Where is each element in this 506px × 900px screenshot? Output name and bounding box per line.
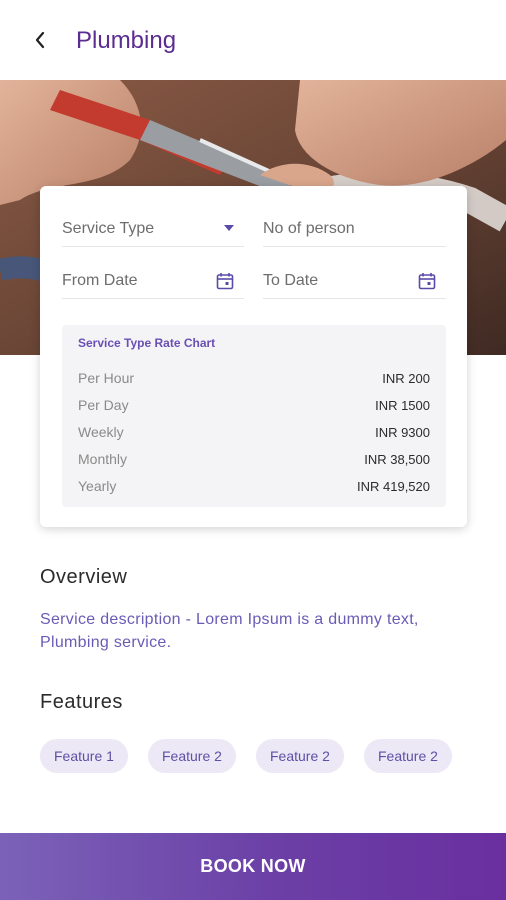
chevron-left-icon <box>35 31 45 49</box>
persons-input[interactable]: No of person <box>263 207 446 247</box>
rate-label: Per Hour <box>78 370 135 386</box>
calendar-icon <box>418 273 436 290</box>
from-date-input[interactable]: From Date <box>62 259 244 299</box>
rate-value: INR 200 <box>382 371 430 386</box>
back-button[interactable] <box>26 26 54 54</box>
rate-value: INR 38,500 <box>364 452 430 467</box>
rate-chart: Service Type Rate Chart Per Hour INR 200… <box>62 325 446 507</box>
rate-row: Weekly INR 9300 <box>78 424 430 444</box>
feature-chip[interactable]: Feature 2 <box>148 739 236 773</box>
features-heading: Features <box>40 691 123 713</box>
dropdown-arrow-icon <box>224 225 234 231</box>
rate-row: Per Day INR 1500 <box>78 397 430 417</box>
overview-heading: Overview <box>40 566 128 588</box>
page-title: Plumbing <box>76 27 177 54</box>
rate-row: Monthly INR 38,500 <box>78 451 430 471</box>
rate-row: Per Hour INR 200 <box>78 370 430 390</box>
to-date-label: To Date <box>263 272 319 289</box>
rate-label: Weekly <box>78 424 124 440</box>
book-now-button[interactable]: BOOK NOW <box>0 833 506 900</box>
rate-label: Monthly <box>78 451 128 467</box>
rate-label: Per Day <box>78 397 129 413</box>
rate-value: INR 419,520 <box>357 479 430 494</box>
app-bar: Plumbing <box>0 0 506 80</box>
feature-chip[interactable]: Feature 2 <box>256 739 344 773</box>
service-type-dropdown[interactable]: Service Type <box>62 207 244 247</box>
calendar-icon <box>216 273 234 290</box>
rate-row: Yearly INR 419,520 <box>78 478 430 498</box>
rate-label: Yearly <box>78 478 117 494</box>
service-type-label: Service Type <box>62 220 155 237</box>
rate-chart-title: Service Type Rate Chart <box>78 336 216 350</box>
from-date-label: From Date <box>62 272 138 289</box>
to-date-input[interactable]: To Date <box>263 259 446 299</box>
overview-text: Service description - Lorem Ipsum is a d… <box>40 611 419 651</box>
feature-chip[interactable]: Feature 2 <box>364 739 452 773</box>
rate-value: INR 1500 <box>375 398 430 413</box>
rate-value: INR 9300 <box>375 425 430 440</box>
persons-label: No of person <box>263 220 355 237</box>
feature-chip[interactable]: Feature 1 <box>40 739 128 773</box>
